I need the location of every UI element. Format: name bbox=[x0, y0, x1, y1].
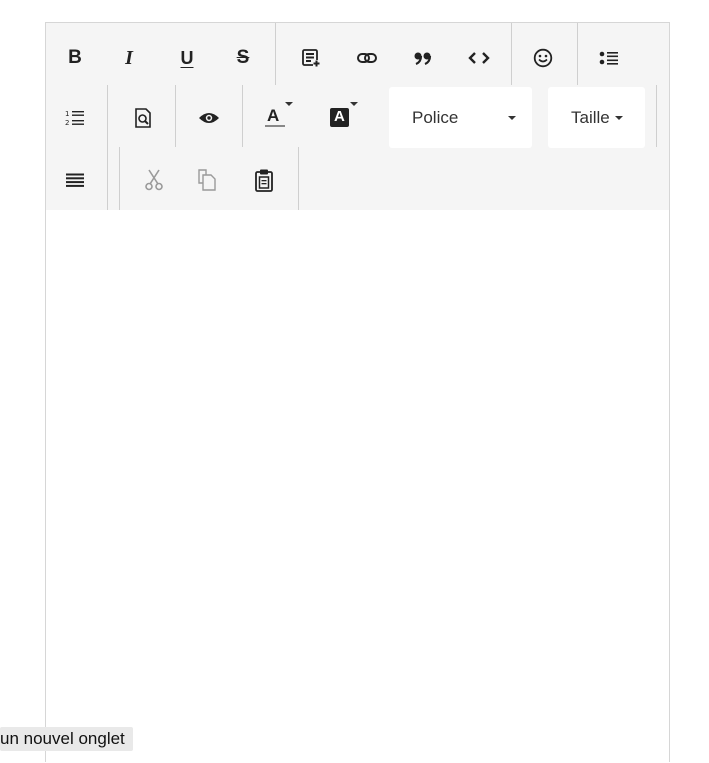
toolbar-separator bbox=[298, 147, 299, 210]
rich-text-editor: B I U S 1 2 A A Police Taille bbox=[45, 22, 670, 763]
preview-button[interactable] bbox=[194, 101, 224, 135]
background-color-icon: A bbox=[328, 102, 358, 130]
code-button[interactable] bbox=[464, 41, 494, 75]
background-color-button[interactable]: A bbox=[324, 97, 360, 135]
blockquote-button[interactable] bbox=[408, 41, 438, 75]
numbered-list-button[interactable]: 1 2 bbox=[60, 101, 90, 135]
find-icon bbox=[135, 108, 151, 128]
chevron-down-icon bbox=[508, 116, 516, 120]
blockquote-icon bbox=[414, 52, 432, 65]
find-button[interactable] bbox=[128, 101, 158, 135]
chevron-down-icon bbox=[614, 115, 623, 120]
editor-content-area[interactable] bbox=[46, 210, 669, 763]
bullet-list-icon bbox=[599, 51, 618, 65]
svg-text:1: 1 bbox=[65, 110, 69, 118]
tooltip: un nouvel onglet bbox=[0, 727, 133, 751]
bold-button[interactable]: B bbox=[60, 41, 90, 75]
toolbar-separator bbox=[656, 85, 657, 147]
toolbar-separator bbox=[107, 85, 108, 210]
tooltip-text: un nouvel onglet bbox=[0, 729, 125, 748]
toolbar-separator bbox=[175, 85, 176, 147]
emoji-icon bbox=[533, 48, 553, 68]
strikethrough-button[interactable]: S bbox=[228, 41, 258, 75]
font-size-value: Taille bbox=[571, 107, 610, 127]
insert-template-button[interactable] bbox=[296, 41, 326, 75]
link-icon bbox=[357, 53, 377, 63]
justify-button[interactable] bbox=[60, 163, 90, 197]
justify-icon bbox=[66, 173, 84, 187]
toolbar-separator bbox=[242, 85, 243, 147]
paste-icon bbox=[255, 169, 273, 192]
toolbar-separator bbox=[275, 23, 276, 85]
cut-button[interactable] bbox=[139, 163, 169, 197]
paste-button[interactable] bbox=[249, 163, 279, 197]
italic-icon: I bbox=[125, 46, 133, 69]
font-color-button[interactable]: A bbox=[258, 97, 294, 135]
font-color-icon: A bbox=[263, 102, 293, 130]
toolbar-separator bbox=[577, 23, 578, 85]
bullet-list-button[interactable] bbox=[594, 41, 624, 75]
bold-icon: B bbox=[68, 47, 82, 68]
svg-text:2: 2 bbox=[65, 119, 69, 127]
underline-icon: U bbox=[180, 47, 194, 68]
strikethrough-icon: S bbox=[236, 47, 250, 68]
font-size-select[interactable]: Taille bbox=[548, 87, 645, 148]
italic-button[interactable]: I bbox=[114, 41, 144, 75]
link-button[interactable] bbox=[352, 41, 382, 75]
emoji-button[interactable] bbox=[528, 41, 558, 75]
cut-icon bbox=[145, 169, 163, 191]
preview-icon bbox=[199, 113, 219, 123]
underline-button[interactable]: U bbox=[172, 41, 202, 75]
font-family-select[interactable]: Police bbox=[389, 87, 532, 148]
toolbar-separator bbox=[119, 147, 120, 210]
toolbar-separator bbox=[511, 23, 512, 85]
copy-button[interactable] bbox=[192, 163, 222, 197]
code-icon bbox=[468, 52, 490, 64]
insert-template-icon bbox=[302, 49, 320, 67]
font-family-value: Police bbox=[412, 107, 459, 127]
copy-icon bbox=[198, 169, 216, 191]
numbered-list-icon: 1 2 bbox=[65, 110, 84, 127]
editor-toolbar: B I U S 1 2 A A Police Taille bbox=[46, 23, 669, 210]
